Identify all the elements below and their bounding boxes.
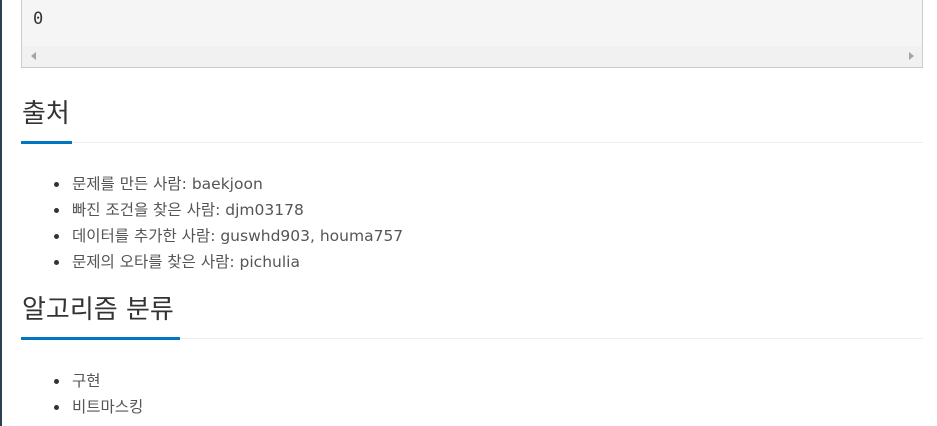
algorithm-section: 알고리즘 분류 구현 비트마스킹 [21, 292, 923, 420]
sample-output-box: 0 [21, 0, 923, 68]
algorithm-tag-link[interactable]: 구현 [72, 372, 101, 390]
algorithm-list: 구현 비트마스킹 [21, 368, 923, 420]
source-title-underline [21, 141, 72, 144]
source-list: 문제를 만든 사람: baekjoon 빠진 조건을 찾은 사람: djm031… [21, 171, 923, 275]
list-item[interactable]: 구현 [21, 368, 923, 394]
list-item[interactable]: 비트마스킹 [21, 394, 923, 420]
list-item-text: 문제를 만든 사람: baekjoon [72, 175, 263, 193]
list-item-text: 데이터를 추가한 사람: guswhd903, houma757 [72, 227, 404, 245]
bullet-icon [54, 182, 59, 187]
bullet-icon [54, 208, 59, 213]
algorithm-title-underline [21, 337, 180, 340]
bullet-icon [54, 234, 59, 239]
source-section: 출처 문제를 만든 사람: baekjoon 빠진 조건을 찾은 사람: djm… [21, 96, 923, 275]
list-item: 문제를 만든 사람: baekjoon [21, 171, 923, 197]
source-section-title: 출처 [22, 99, 70, 129]
list-item: 데이터를 추가한 사람: guswhd903, houma757 [21, 223, 923, 249]
problem-page: 0 출처 문제를 만든 사람: baekjoon 빠진 조건을 찾은 사람: d… [0, 0, 937, 426]
bullet-icon [54, 260, 59, 265]
list-item: 문제의 오타를 찾은 사람: pichulia [21, 249, 923, 275]
list-item-text: 빠진 조건을 찾은 사람: djm03178 [72, 201, 304, 219]
sample-output-text: 0 [33, 9, 44, 29]
list-item-text: 문제의 오타를 찾은 사람: pichulia [72, 253, 300, 271]
horizontal-scrollbar[interactable] [22, 46, 922, 67]
scroll-left-icon[interactable] [31, 52, 36, 60]
source-section-header: 출처 [21, 96, 923, 144]
algorithm-tag-link[interactable]: 비트마스킹 [72, 398, 143, 416]
algorithm-section-header: 알고리즘 분류 [21, 292, 923, 340]
scroll-right-icon[interactable] [909, 52, 914, 60]
bullet-icon [54, 379, 59, 384]
algorithm-section-title: 알고리즘 분류 [22, 295, 174, 325]
list-item: 빠진 조건을 찾은 사람: djm03178 [21, 197, 923, 223]
bullet-icon [54, 405, 59, 410]
